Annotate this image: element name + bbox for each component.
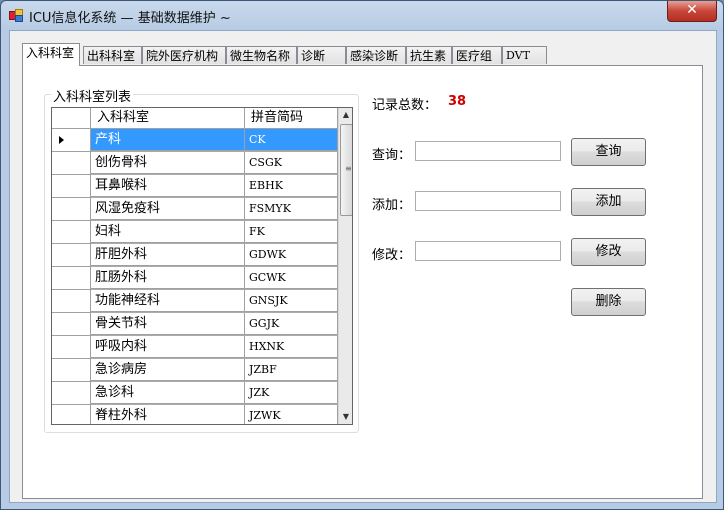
query-button[interactable]: 查询 bbox=[571, 138, 646, 166]
cell-pinyin[interactable]: CK bbox=[245, 129, 338, 151]
row-header[interactable] bbox=[52, 198, 91, 221]
row-selector-arrow-icon bbox=[59, 136, 64, 144]
cell-dept[interactable]: 产科 bbox=[91, 129, 245, 151]
cell-pinyin[interactable]: GGJK bbox=[245, 313, 338, 335]
cell-dept[interactable]: 脊柱外科 bbox=[91, 405, 245, 424]
row-header[interactable] bbox=[52, 336, 91, 359]
table-row[interactable]: 妇科 FK bbox=[52, 221, 338, 244]
add-input[interactable] bbox=[415, 191, 561, 211]
client-area: 入科科室 出科科室 院外医疗机构 微生物名称 诊断 感染诊断 抗生素 医疗组 D… bbox=[9, 30, 717, 503]
tab-panel: 入科科室列表 入科科室 拼音简码 产科 CK 创伤骨科 CSGK 耳鼻喉科 EB… bbox=[22, 65, 703, 499]
cell-dept[interactable]: 肝胆外科 bbox=[91, 244, 245, 266]
cell-dept[interactable]: 创伤骨科 bbox=[91, 152, 245, 174]
tab-microbe-name[interactable]: 微生物名称 bbox=[226, 46, 297, 64]
table-row[interactable]: 肛肠外科 GCWK bbox=[52, 267, 338, 290]
query-input[interactable] bbox=[415, 141, 561, 161]
cell-dept[interactable]: 妇科 bbox=[91, 221, 245, 243]
cell-pinyin[interactable]: FK bbox=[245, 221, 338, 243]
tab-dvt[interactable]: DVT bbox=[502, 46, 547, 64]
row-header[interactable] bbox=[52, 129, 91, 152]
tab-antibiotics[interactable]: 抗生素 bbox=[406, 46, 452, 64]
table-row[interactable]: 耳鼻喉科 EBHK bbox=[52, 175, 338, 198]
scroll-down-arrow-icon[interactable]: ▼ bbox=[339, 410, 352, 424]
total-count-label: 记录总数： bbox=[372, 98, 438, 113]
row-header[interactable] bbox=[52, 405, 91, 424]
close-button[interactable]: ✕ bbox=[667, 1, 717, 22]
cell-pinyin[interactable]: GDWK bbox=[245, 244, 338, 266]
table-row[interactable]: 创伤骨科 CSGK bbox=[52, 152, 338, 175]
cell-dept[interactable]: 功能神经科 bbox=[91, 290, 245, 312]
tab-infection-diagnosis[interactable]: 感染诊断 bbox=[346, 46, 406, 64]
cell-dept[interactable]: 风湿免疫科 bbox=[91, 198, 245, 220]
tab-medical-group[interactable]: 医疗组 bbox=[452, 46, 502, 64]
cell-pinyin[interactable]: JZK bbox=[245, 382, 338, 404]
row-header[interactable] bbox=[52, 359, 91, 382]
dept-list-group: 入科科室列表 入科科室 拼音简码 产科 CK 创伤骨科 CSGK 耳鼻喉科 EB… bbox=[44, 86, 359, 433]
column-header-dept[interactable]: 入科科室 bbox=[91, 108, 245, 128]
row-header[interactable] bbox=[52, 244, 91, 267]
table-row[interactable]: 肝胆外科 GDWK bbox=[52, 244, 338, 267]
close-icon: ✕ bbox=[686, 2, 698, 18]
cell-pinyin[interactable]: HXNK bbox=[245, 336, 338, 358]
grip-icon: ≡ bbox=[345, 164, 352, 173]
grid-header: 入科科室 拼音简码 bbox=[52, 108, 338, 129]
row-header[interactable] bbox=[52, 267, 91, 290]
table-row[interactable]: 脊柱外科 JZWK bbox=[52, 405, 338, 424]
main-window: ICU信息化系统 — 基础数据维护 ~ ✕ 入科科室 出科科室 院外医疗机构 微… bbox=[0, 0, 724, 510]
add-button[interactable]: 添加 bbox=[571, 188, 646, 216]
dept-grid[interactable]: 入科科室 拼音简码 产科 CK 创伤骨科 CSGK 耳鼻喉科 EBHK 风湿免疫… bbox=[51, 107, 353, 425]
table-row[interactable]: 功能神经科 GNSJK bbox=[52, 290, 338, 313]
tab-discharge-dept[interactable]: 出科科室 bbox=[83, 46, 142, 64]
tab-admission-dept[interactable]: 入科科室 bbox=[22, 43, 80, 66]
query-label: 查询： bbox=[372, 148, 412, 163]
cell-pinyin[interactable]: JZBF bbox=[245, 359, 338, 381]
cell-dept[interactable]: 急诊科 bbox=[91, 382, 245, 404]
row-header[interactable] bbox=[52, 175, 91, 198]
window-title: ICU信息化系统 — 基础数据维护 ~ bbox=[29, 11, 231, 26]
table-row[interactable]: 骨关节科 GGJK bbox=[52, 313, 338, 336]
column-header-pinyin[interactable]: 拼音简码 bbox=[245, 108, 338, 128]
row-header[interactable] bbox=[52, 290, 91, 313]
cell-dept[interactable]: 肛肠外科 bbox=[91, 267, 245, 289]
cell-dept[interactable]: 急诊病房 bbox=[91, 359, 245, 381]
cell-pinyin[interactable]: CSGK bbox=[245, 152, 338, 174]
title-bar[interactable]: ICU信息化系统 — 基础数据维护 ~ ✕ bbox=[1, 1, 723, 29]
cell-pinyin[interactable]: FSMYK bbox=[245, 198, 338, 220]
cell-pinyin[interactable]: JZWK bbox=[245, 405, 338, 424]
scroll-up-arrow-icon[interactable]: ▲ bbox=[339, 108, 352, 122]
table-row[interactable]: 急诊科 JZK bbox=[52, 382, 338, 405]
total-count-value: 38 bbox=[448, 94, 467, 109]
edit-button[interactable]: 修改 bbox=[571, 238, 646, 266]
table-row[interactable]: 呼吸内科 HXNK bbox=[52, 336, 338, 359]
grid-vertical-scrollbar[interactable]: ▲ ≡ ▼ bbox=[338, 108, 352, 424]
row-header[interactable] bbox=[52, 152, 91, 175]
table-row[interactable]: 急诊病房 JZBF bbox=[52, 359, 338, 382]
table-row[interactable]: 风湿免疫科 FSMYK bbox=[52, 198, 338, 221]
cell-dept[interactable]: 骨关节科 bbox=[91, 313, 245, 335]
cell-pinyin[interactable]: GNSJK bbox=[245, 290, 338, 312]
app-icon bbox=[9, 9, 23, 22]
edit-label: 修改： bbox=[372, 248, 412, 263]
cell-pinyin[interactable]: GCWK bbox=[245, 267, 338, 289]
group-title: 入科科室列表 bbox=[51, 86, 134, 105]
add-label: 添加： bbox=[372, 198, 412, 213]
table-row[interactable]: 产科 CK bbox=[52, 129, 338, 152]
scroll-thumb[interactable]: ≡ bbox=[340, 124, 352, 216]
cell-dept[interactable]: 呼吸内科 bbox=[91, 336, 245, 358]
row-header-corner bbox=[52, 108, 91, 128]
row-header[interactable] bbox=[52, 382, 91, 405]
row-header[interactable] bbox=[52, 221, 91, 244]
cell-dept[interactable]: 耳鼻喉科 bbox=[91, 175, 245, 197]
tab-external-institution[interactable]: 院外医疗机构 bbox=[142, 46, 226, 64]
cell-pinyin[interactable]: EBHK bbox=[245, 175, 338, 197]
row-header[interactable] bbox=[52, 313, 91, 336]
delete-button[interactable]: 删除 bbox=[571, 288, 646, 316]
tab-diagnosis[interactable]: 诊断 bbox=[297, 46, 346, 64]
edit-input[interactable] bbox=[415, 241, 561, 261]
